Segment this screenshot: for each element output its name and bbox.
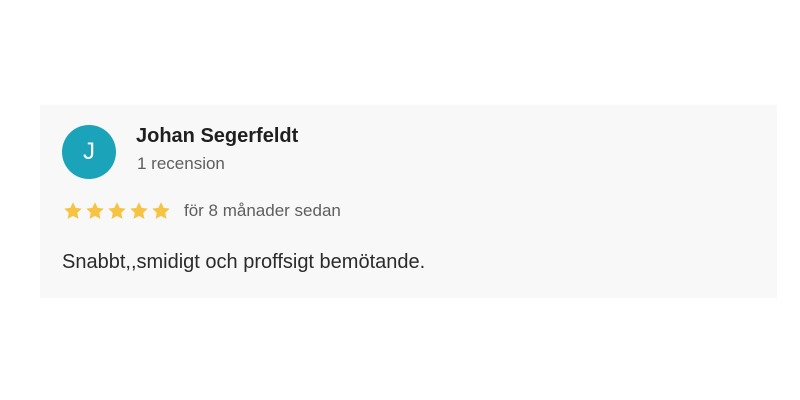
rating-row: för 8 månader sedan	[62, 199, 341, 223]
review-card: J Johan Segerfeldt 1 recension för 8 mån…	[40, 105, 777, 298]
star-icon	[150, 200, 172, 222]
reviewer-name[interactable]: Johan Segerfeldt	[136, 125, 298, 148]
review-text: Snabbt,,smidigt och proffsigt bemötande.	[62, 251, 426, 273]
star-icon	[62, 200, 84, 222]
avatar[interactable]: J	[62, 125, 116, 179]
star-icon	[84, 200, 106, 222]
star-icon	[106, 200, 128, 222]
star-rating	[62, 200, 172, 222]
avatar-initial: J	[83, 138, 95, 165]
review-count: 1 recension	[137, 154, 225, 173]
star-icon	[128, 200, 150, 222]
review-time: för 8 månader sedan	[184, 201, 341, 220]
